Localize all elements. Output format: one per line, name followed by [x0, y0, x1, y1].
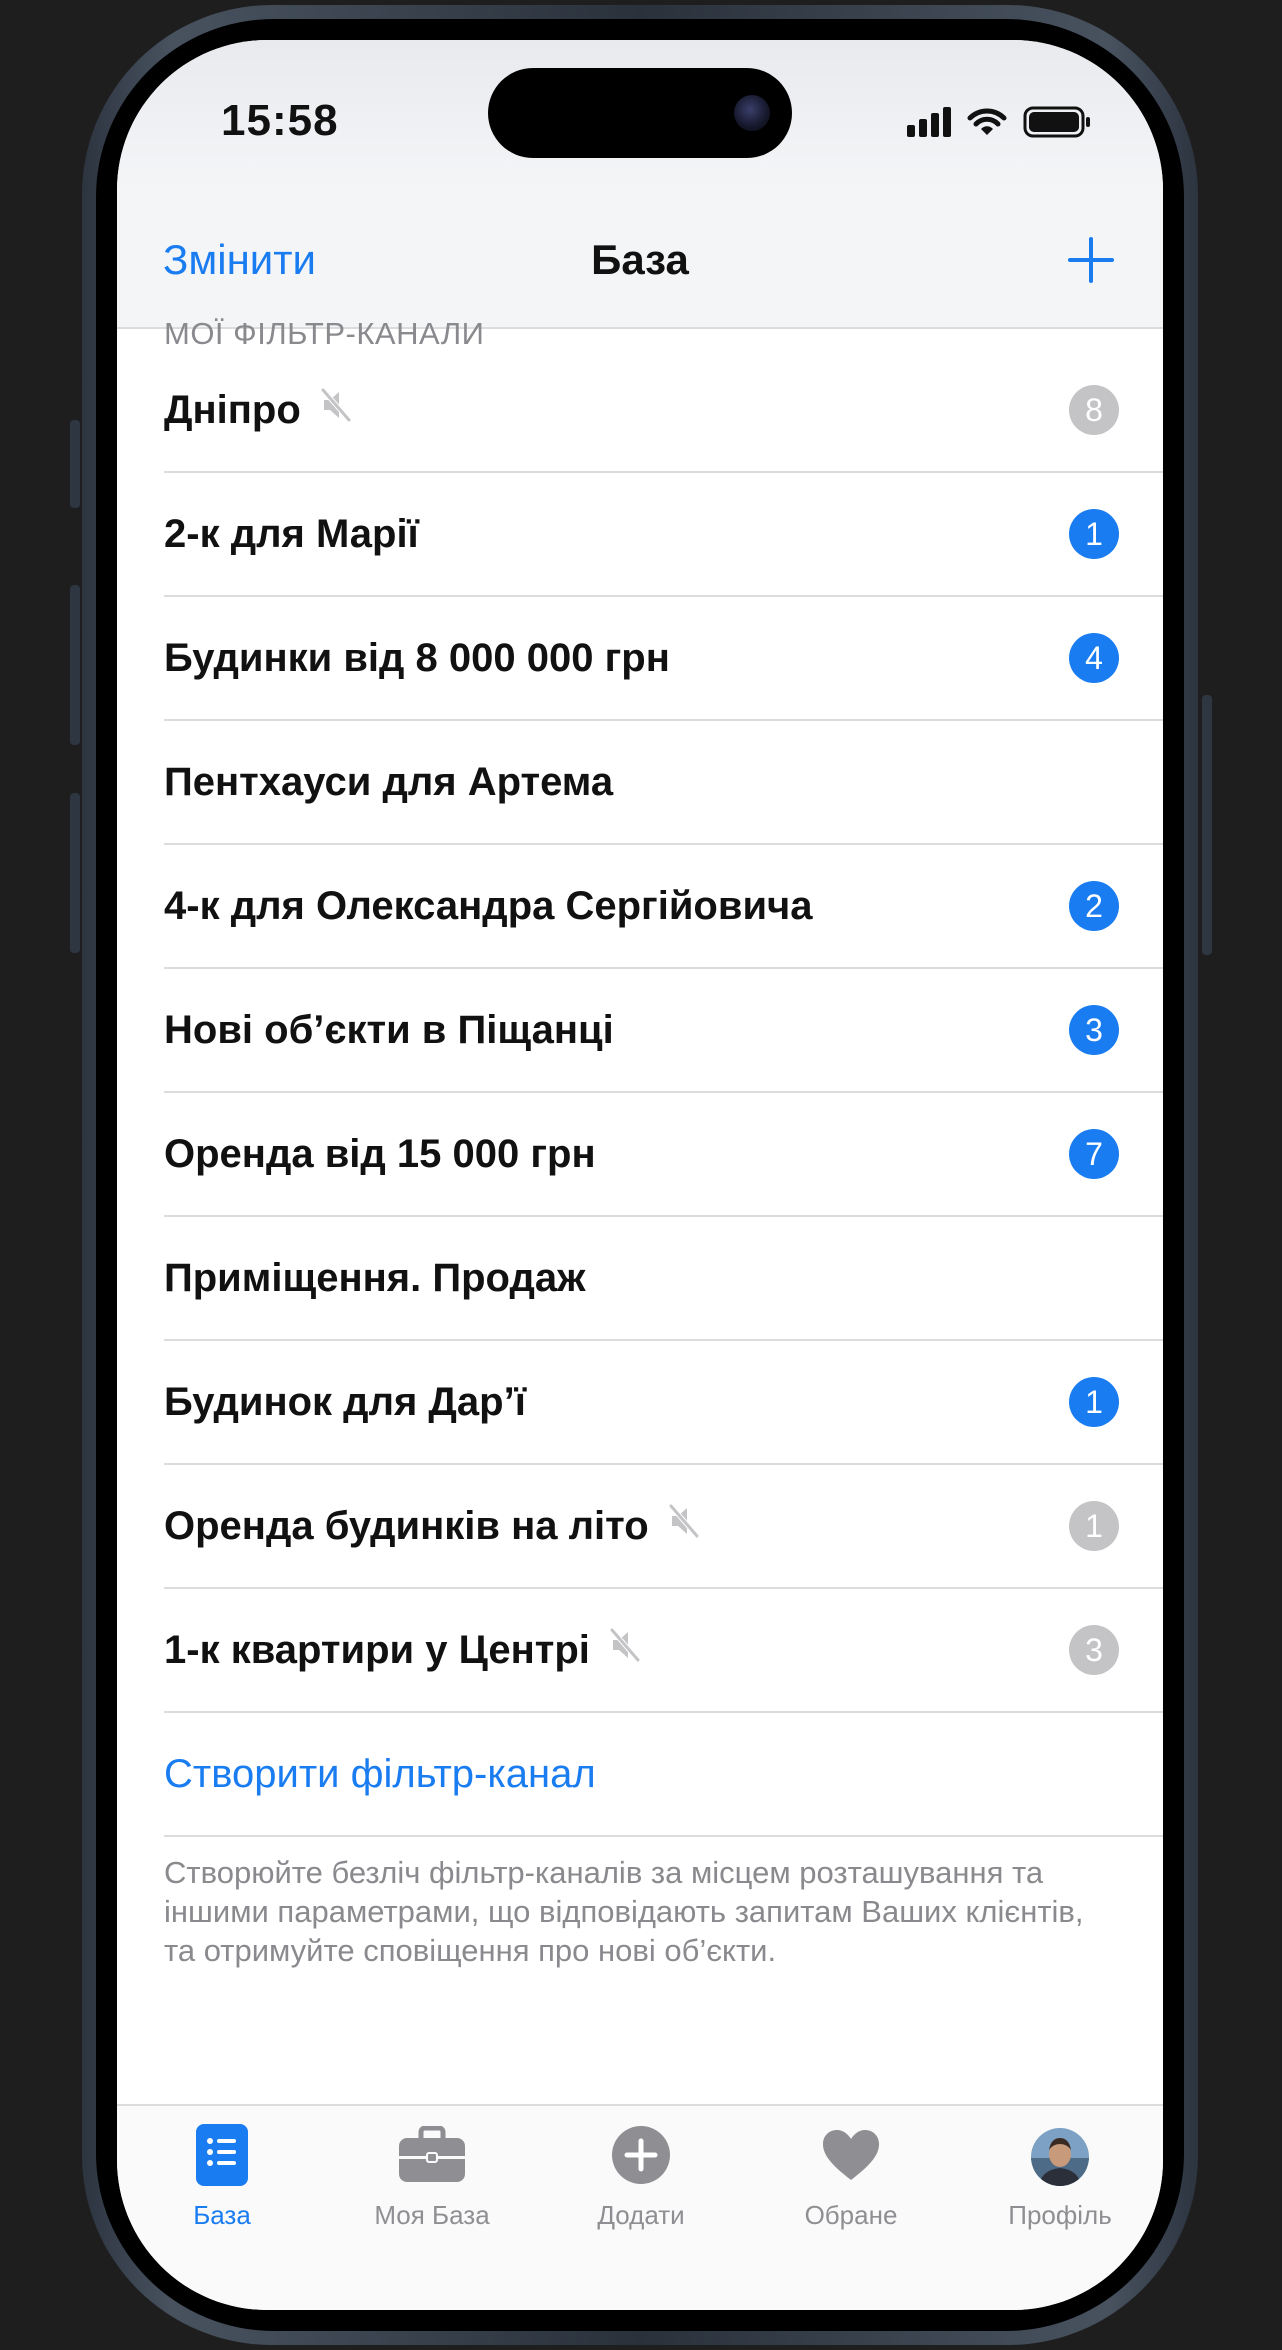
filter-channel-name: Дніпро	[164, 388, 301, 432]
filter-channel-name: Будинок для Дар’ї	[164, 1380, 526, 1424]
filter-channel-row[interactable]: Приміщення. Продаж	[164, 1217, 1163, 1341]
front-camera	[734, 95, 770, 131]
briefcase-icon	[397, 2125, 467, 2189]
filter-channel-row[interactable]: Дніпро 8	[164, 349, 1163, 473]
tab-label: Моя База	[374, 2200, 490, 2230]
unread-count-badge: 2	[1069, 881, 1119, 931]
muted-speaker-icon	[609, 1588, 640, 1710]
filter-channel-label: 4-к для Олександра Сергійовича	[164, 845, 813, 967]
filter-channel-name: Приміщення. Продаж	[164, 1256, 586, 1300]
tab-avatar[interactable]: Профіль	[955, 2124, 1163, 2231]
plus-icon[interactable]	[1065, 234, 1117, 286]
volume-down-button	[70, 793, 80, 953]
cellular-signal-icon	[907, 107, 951, 137]
filter-channel-name: Нові об’єкти в Піщанці	[164, 1008, 614, 1052]
filter-channel-label: Приміщення. Продаж	[164, 1217, 585, 1339]
filter-channel-row[interactable]: Будинок для Дар’ї 1	[164, 1341, 1163, 1465]
avatar	[1031, 2128, 1089, 2186]
filter-channel-name: Пентхауси для Артема	[164, 760, 614, 804]
list-icon	[196, 2123, 248, 2191]
tab-bar: База Моя База Додати Обране Профіль	[117, 2104, 1163, 2310]
tab-plus-circle[interactable]: Додати	[536, 2124, 746, 2231]
filter-channel-label: Нові об’єкти в Піщанці	[164, 969, 614, 1091]
action-button	[70, 420, 80, 508]
filter-channel-row[interactable]: Оренда будинків на літо 1	[164, 1465, 1163, 1589]
tab-heart[interactable]: Обране	[746, 2124, 956, 2231]
filter-channel-name: 1-к квартири у Центрі	[164, 1628, 590, 1672]
filter-channel-label: Оренда від 15 000 грн	[164, 1093, 596, 1215]
create-filter-channel-row[interactable]: Створити фільтр-канал	[164, 1713, 1163, 1837]
filter-channel-label: Будинки від 8 000 000 грн	[164, 597, 670, 719]
tab-label: Обране	[804, 2200, 898, 2230]
filter-channel-row[interactable]: 1-к квартири у Центрі 3	[164, 1589, 1163, 1713]
page-title: База	[591, 236, 689, 283]
filter-channel-name: 4-к для Олександра Сергійовича	[164, 884, 813, 928]
filter-channel-label: 2-к для Марії	[164, 473, 419, 595]
tab-label: Додати	[597, 2200, 685, 2230]
unread-count-badge: 1	[1069, 509, 1119, 559]
tab-briefcase[interactable]: Моя База	[327, 2124, 537, 2231]
filter-channel-row[interactable]: 4-к для Олександра Сергійовича 2	[164, 845, 1163, 969]
filter-channel-label: Пентхауси для Артема	[164, 721, 613, 843]
filter-channel-row[interactable]: Нові об’єкти в Піщанці 3	[164, 969, 1163, 1093]
unread-count-badge: 1	[1069, 1501, 1119, 1551]
muted-speaker-icon	[668, 1464, 699, 1586]
filter-channel-label: Оренда будинків на літо	[164, 1465, 699, 1587]
filter-channel-row[interactable]: Оренда від 15 000 грн 7	[164, 1093, 1163, 1217]
volume-up-button	[70, 585, 80, 745]
dynamic-island	[488, 68, 792, 158]
unread-count-badge: 8	[1069, 385, 1119, 435]
status-bar: 15:58	[117, 40, 1163, 190]
screen: 15:58 Змінити База МОЇ ФІЛЬТР-КАНАЛИ Дні…	[117, 40, 1163, 2310]
create-filter-channel-button[interactable]: Створити фільтр-канал	[164, 1713, 596, 1835]
unread-count-badge: 1	[1069, 1377, 1119, 1427]
muted-speaker-icon	[320, 348, 351, 470]
filter-channel-row[interactable]: 2-к для Марії 1	[164, 473, 1163, 597]
filter-channel-name: Будинки від 8 000 000 грн	[164, 636, 670, 680]
battery-icon	[1023, 106, 1090, 138]
heart-icon	[821, 2128, 881, 2187]
tab-label: Профіль	[1008, 2200, 1112, 2230]
filter-channel-label: Дніпро	[164, 349, 351, 471]
wifi-icon	[967, 108, 1007, 135]
status-icons	[907, 106, 1091, 138]
filter-channel-list: Дніпро 8 2-к для Марії 1 Будинки від 8 000 0…	[164, 349, 1163, 1837]
tab-list[interactable]: База	[117, 2123, 327, 2231]
filter-channel-label: 1-к квартири у Центрі	[164, 1589, 640, 1711]
power-button	[1202, 695, 1212, 955]
tab-label: База	[193, 2200, 251, 2230]
navigation-bar: Змінити База	[117, 190, 1163, 329]
unread-count-badge: 3	[1069, 1005, 1119, 1055]
section-header: МОЇ ФІЛЬТР-КАНАЛИ	[164, 316, 485, 351]
filter-channel-name: 2-к для Марії	[164, 512, 419, 556]
footer-description: Створюйте безліч фільтр-каналів за місце…	[164, 1855, 1084, 1968]
filter-channel-row[interactable]: Будинки від 8 000 000 грн 4	[164, 597, 1163, 721]
status-time: 15:58	[221, 96, 339, 145]
unread-count-badge: 7	[1069, 1129, 1119, 1179]
unread-count-badge: 3	[1069, 1625, 1119, 1675]
filter-channel-name: Оренда від 15 000 грн	[164, 1132, 596, 1176]
filter-channel-name: Оренда будинків на літо	[164, 1504, 649, 1548]
filter-channel-row[interactable]: Пентхауси для Артема	[164, 721, 1163, 845]
filter-channel-label: Будинок для Дар’ї	[164, 1341, 526, 1463]
unread-count-badge: 4	[1069, 633, 1119, 683]
plus-circle-icon	[611, 2125, 671, 2190]
